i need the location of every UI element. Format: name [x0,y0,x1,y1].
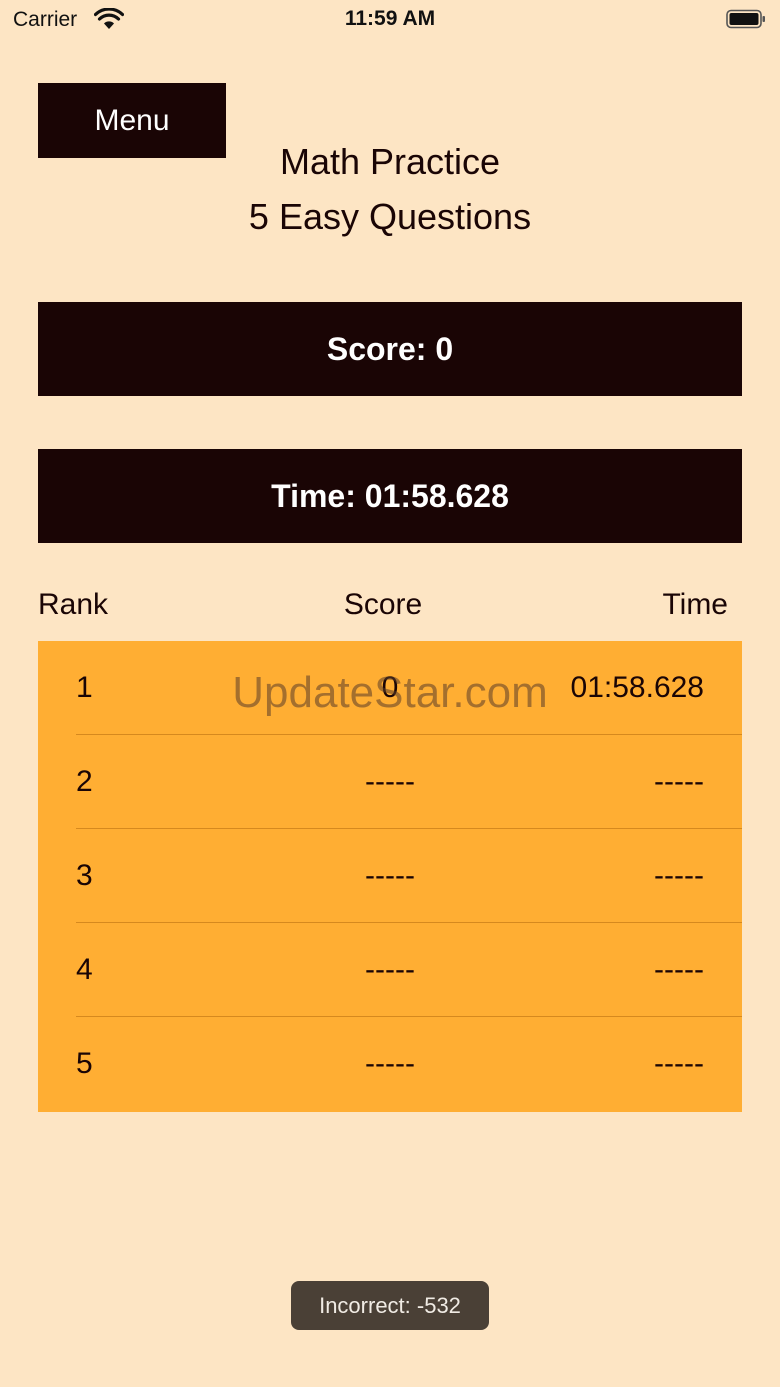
time-column-header: Time [662,588,728,621]
score-cell: ----- [365,953,415,986]
score-cell: ----- [365,1047,415,1080]
score-display: Score: 0 [38,302,742,396]
battery-icon [726,9,765,29]
leaderboard-header: Rank Score Time [38,588,728,628]
score-cell: ----- [365,859,415,892]
leaderboard-table: 1 0 01:58.628 2 ----- ----- 3 ----- ----… [38,641,742,1112]
feedback-toast: Incorrect: -532 [291,1281,489,1330]
table-row[interactable]: 4 ----- ----- [38,923,742,1017]
page-subtitle: 5 Easy Questions [248,196,532,237]
table-row[interactable]: 5 ----- ----- [38,1017,742,1111]
status-bar: Carrier 11:59 AM [0,0,780,40]
time-cell: ----- [654,765,704,798]
score-cell: ----- [365,765,415,798]
time-cell: ----- [654,953,704,986]
table-row[interactable]: 2 ----- ----- [38,735,742,829]
time-cell: 01:58.628 [570,671,704,704]
table-row[interactable]: 3 ----- ----- [38,829,742,923]
page-title: Math Practice [279,141,501,182]
score-column-header: Score [343,588,423,621]
time-cell: ----- [654,1047,704,1080]
status-time: 11:59 AM [344,7,436,30]
time-cell: ----- [654,859,704,892]
table-row[interactable]: 1 0 01:58.628 [38,641,742,735]
time-display: Time: 01:58.628 [38,449,742,543]
